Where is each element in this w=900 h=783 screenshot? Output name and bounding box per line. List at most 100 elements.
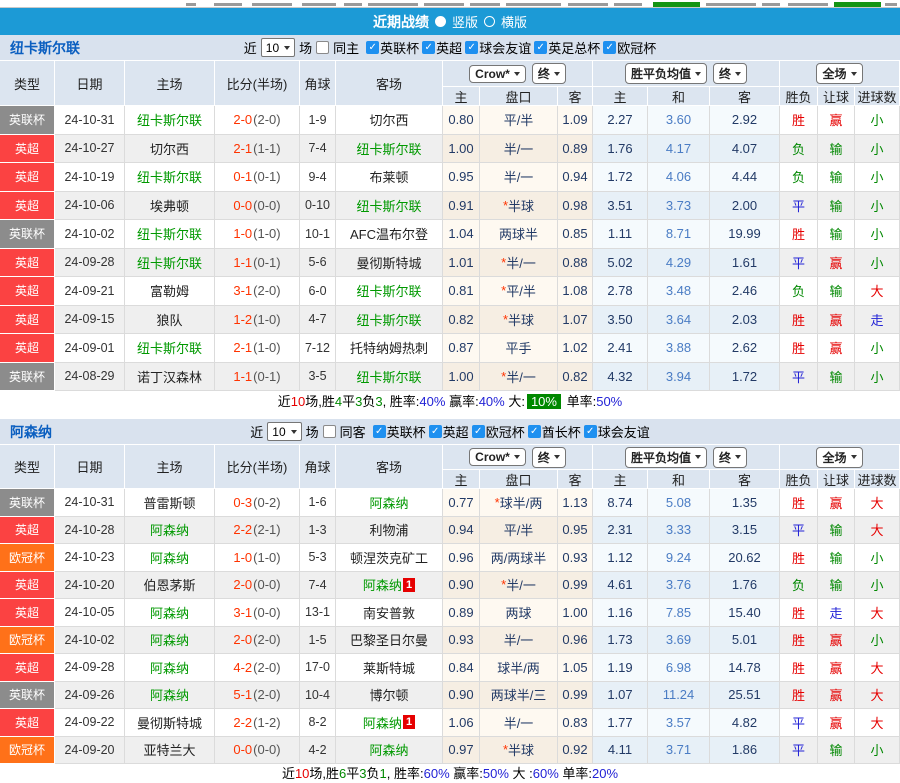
checkbox-checked-icon[interactable]: ✓: [527, 425, 541, 438]
checkbox-checked-icon[interactable]: ✓: [534, 41, 548, 54]
team-name-link[interactable]: 巴黎圣日尔曼: [350, 630, 428, 649]
odds-time-select[interactable]: 终: [531, 446, 566, 468]
team-name-link[interactable]: 埃弗顿: [150, 196, 189, 215]
fulltime-score: 2-0: [233, 632, 253, 648]
team-name-link[interactable]: 南安普敦: [363, 603, 415, 622]
team-name-link[interactable]: 纽卡斯尔联: [137, 338, 202, 357]
team-name-link[interactable]: 阿森纳: [369, 493, 408, 512]
toolbar-button-fragment[interactable]: [834, 2, 881, 7]
team-name-link[interactable]: 阿森纳: [150, 548, 189, 567]
checkbox-checked-icon[interactable]: ✓: [465, 41, 479, 54]
checkbox-checked-icon[interactable]: ✓: [372, 425, 386, 438]
team-name-link[interactable]: 阿森纳: [150, 603, 189, 622]
league-type-cell: 英超: [0, 248, 55, 277]
team-name-link[interactable]: 纽卡斯尔联: [137, 224, 202, 243]
mean-odds-select[interactable]: 胜平负均值: [624, 63, 707, 84]
layout-radio-vertical-label[interactable]: 竖版: [452, 12, 478, 31]
mean-home-odds-cell: 5.02: [593, 248, 648, 277]
team-name-link[interactable]: 纽卡斯尔联: [356, 367, 421, 386]
match-count-select[interactable]: 10: [267, 422, 302, 441]
team-name-link[interactable]: 纽卡斯尔联: [356, 139, 421, 158]
team-name-link[interactable]: 纽卡斯尔联: [356, 281, 421, 300]
team-name-link[interactable]: 顿涅茨克矿工: [350, 548, 428, 567]
match-count-select[interactable]: 10: [260, 38, 296, 57]
team-name-link[interactable]: 利物浦: [369, 520, 408, 539]
mean-away-odds-cell: 15.40: [710, 599, 780, 627]
checkbox-checked-icon[interactable]: ✓: [603, 41, 617, 54]
odds-time-select[interactable]: 终: [531, 63, 566, 84]
team-name-link[interactable]: 纽卡斯尔联: [356, 310, 421, 329]
team-name-link[interactable]: 富勒姆: [150, 281, 189, 300]
team-name-link[interactable]: 狼队: [156, 310, 182, 329]
team-name-link[interactable]: 阿森纳: [150, 658, 189, 677]
team-name-link[interactable]: 普雷斯顿: [143, 493, 195, 512]
team-name-link[interactable]: 阿森纳: [150, 520, 189, 539]
league-filter-item[interactable]: ✓ 球会友谊: [465, 38, 531, 57]
team-name-link[interactable]: 阿森纳: [10, 422, 52, 442]
team-name-link[interactable]: 阿森纳: [363, 713, 402, 732]
league-filter-label: 球会友谊: [479, 41, 532, 56]
league-filter-item[interactable]: ✓ 英联杯: [366, 38, 419, 57]
team-name-link[interactable]: 阿森纳: [363, 575, 402, 594]
layout-radio-vertical[interactable]: [434, 16, 446, 27]
halftime-score: (1-0): [253, 340, 281, 356]
summary-segment: , 胜率:: [386, 766, 424, 781]
team-name-link[interactable]: 纽卡斯尔联: [137, 110, 202, 129]
corner-value: 4-7: [308, 312, 327, 327]
team-name-link[interactable]: 纽卡斯尔联: [10, 38, 80, 58]
league-filter-item[interactable]: ✓ 英联杯: [372, 422, 426, 441]
team-name-link[interactable]: 纽卡斯尔联: [356, 196, 421, 215]
mean-time-select[interactable]: 终: [713, 63, 748, 84]
mean-odds-select[interactable]: 胜平负均值: [624, 446, 707, 468]
checkbox-checked-icon[interactable]: ✓: [583, 425, 597, 438]
team-name-link[interactable]: 布莱顿: [369, 167, 408, 186]
odds-source-select[interactable]: Crow*: [469, 64, 526, 83]
team-name-link[interactable]: 纽卡斯尔联: [137, 253, 202, 272]
team-name-link[interactable]: 莱斯特城: [363, 658, 415, 677]
checkbox-checked-icon[interactable]: ✓: [422, 41, 436, 54]
league-filter-item[interactable]: ✓ 欧冠杯: [471, 422, 525, 441]
mean-away-odds: 25.51: [728, 687, 761, 703]
summary-segment: 10: [290, 394, 306, 409]
team-name-link[interactable]: 伯恩茅斯: [143, 575, 195, 594]
league-type-badge: 英联杯: [0, 106, 54, 134]
team-name-link[interactable]: 曼彻斯特城: [356, 253, 421, 272]
league-filter-item[interactable]: ✓ 酋长杯: [527, 422, 581, 441]
scope-select[interactable]: 全场: [816, 63, 863, 84]
team-name-link[interactable]: 曼彻斯特城: [137, 713, 202, 732]
team-name-link[interactable]: 阿森纳: [150, 630, 189, 649]
league-filter-item[interactable]: ✓ 英超: [422, 38, 462, 57]
layout-radio-horizontal-label[interactable]: 横版: [501, 12, 527, 31]
team-name-link[interactable]: 亚特兰大: [143, 740, 195, 759]
league-filter-item[interactable]: ✓ 球会友谊: [583, 422, 650, 441]
team-name-link[interactable]: 阿森纳: [369, 740, 408, 759]
corner-cell: 10-1: [300, 220, 336, 249]
toolbar-button-fragment[interactable]: [653, 2, 700, 7]
odds-source-select[interactable]: Crow*: [469, 448, 526, 466]
handicap-result-value: 赢: [829, 633, 843, 649]
checkbox-checked-icon[interactable]: ✓: [471, 425, 485, 438]
mean-away-odds-cell: 2.03: [710, 305, 780, 334]
team-name-link[interactable]: 切尔西: [150, 139, 189, 158]
team-name-link[interactable]: 纽卡斯尔联: [137, 167, 202, 186]
checkbox-checked-icon[interactable]: ✓: [366, 41, 380, 54]
league-filter-item[interactable]: ✓ 欧冠杯: [603, 38, 656, 57]
league-filter-item[interactable]: ✓ 英足总杯: [534, 38, 600, 57]
league-filter-item[interactable]: ✓ 英超: [428, 422, 469, 441]
same-venue-checkbox[interactable]: [316, 41, 330, 54]
team-name-link[interactable]: 托特纳姆热刺: [350, 338, 428, 357]
checkbox-checked-icon[interactable]: ✓: [428, 425, 442, 438]
crow-home-odds-cell: 0.93: [443, 626, 480, 654]
section-header: 纽卡斯尔联 近 10 场 同主 ✓ 英联杯 ✓ 英超 ✓ 球会友谊 ✓ 英足总杯 ✓ 欧冠杯: [0, 35, 900, 60]
team-name-link[interactable]: AFC温布尔登: [350, 224, 428, 243]
team-name-link[interactable]: 诺丁汉森林: [137, 367, 202, 386]
team-name-link[interactable]: 切尔西: [369, 110, 408, 129]
match-date: 24-10-23: [64, 550, 115, 565]
team-name-link[interactable]: 阿森纳: [150, 685, 189, 704]
handicap-result-value: 赢: [829, 312, 843, 328]
scope-select[interactable]: 全场: [816, 446, 863, 468]
mean-time-select[interactable]: 终: [713, 446, 748, 468]
team-name-link[interactable]: 博尔顿: [369, 685, 408, 704]
same-venue-checkbox[interactable]: [322, 425, 336, 438]
layout-radio-horizontal[interactable]: [484, 16, 495, 27]
